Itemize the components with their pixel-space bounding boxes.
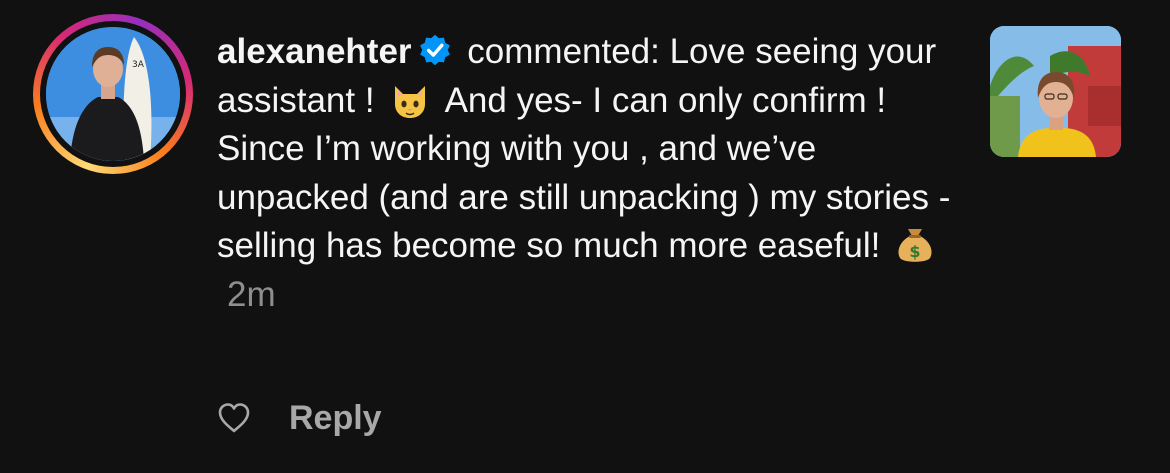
heart-icon[interactable] [217,401,251,435]
comment-actions: Reply [217,396,382,440]
post-thumbnail[interactable] [990,26,1121,157]
reply-button[interactable]: Reply [289,399,382,438]
username-link[interactable]: alexanehter [217,32,412,71]
story-ring[interactable]: 3A [33,14,193,174]
svg-text:3A: 3A [132,60,145,70]
verified-badge-icon [419,34,450,66]
svg-text:$: $ [910,242,921,261]
cat-face-emoji-icon [394,85,425,118]
money-bag-emoji-icon: $ [898,229,932,262]
comment-timestamp: 2m [227,274,276,314]
comment-text: alexanehter commented: Love seeing your … [217,28,957,319]
avatar[interactable]: 3A [46,27,180,161]
